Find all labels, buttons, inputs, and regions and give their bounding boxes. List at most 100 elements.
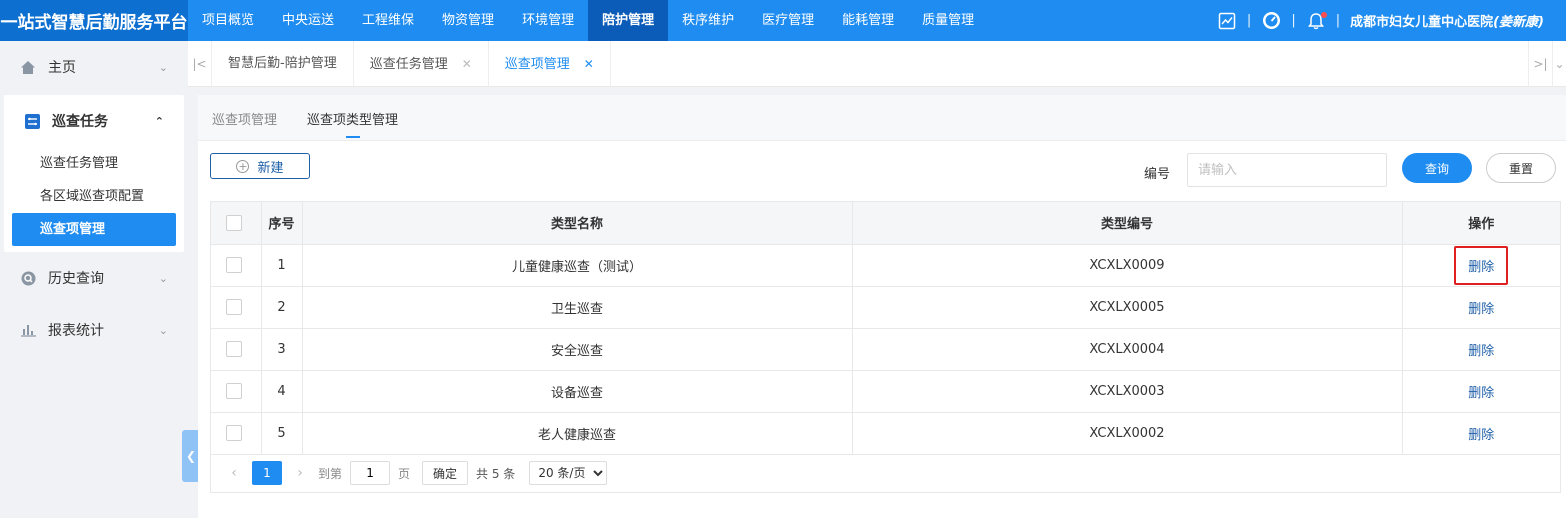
cell-type-name: 设备巡查 [302, 370, 853, 413]
chevron-left-icon: ❮ [185, 449, 197, 463]
delete-link[interactable]: 删除 [1468, 302, 1494, 317]
select-all-cell [211, 202, 262, 245]
trend-chart-icon[interactable] [1217, 11, 1237, 31]
row-checkbox[interactable] [226, 425, 242, 441]
delete-link[interactable]: 删除 [1468, 344, 1494, 359]
nav-item-materials[interactable]: 物资管理 [428, 0, 508, 41]
separator: | [1291, 13, 1296, 28]
sidebar-group-inspection: 巡查任务 ⌃ 巡查任务管理 各区域巡查项配置 巡查项管理 [4, 95, 184, 252]
nav-item-escort[interactable]: 陪护管理 [588, 0, 669, 41]
scroll-right-icon[interactable]: >| [1528, 40, 1552, 87]
chevron-right-icon[interactable]: › [290, 465, 310, 481]
nav-item-medical[interactable]: 医疗管理 [748, 0, 828, 41]
nav-item-environment[interactable]: 环境管理 [508, 0, 588, 41]
cell-action: 删除 [1402, 286, 1560, 329]
main-content: 巡查项管理 巡查项类型管理 + 新建 编号 查询 重置 序号 类型名称 类型编号… [198, 95, 1566, 518]
tab-escort-management[interactable]: 智慧后勤-陪护管理 [212, 40, 354, 87]
cell-type-code: XCXLX0005 [852, 286, 1403, 329]
code-label: 编号 [1144, 167, 1171, 182]
subtab-inspection-item[interactable]: 巡查项管理 [212, 109, 277, 140]
cell-type-code: XCXLX0002 [852, 412, 1403, 455]
reset-button[interactable]: 重置 [1486, 153, 1556, 183]
close-icon[interactable]: ✕ [584, 57, 594, 71]
row-checkbox[interactable] [226, 257, 242, 273]
tab-strip: |< 智慧后勤-陪护管理 巡查任务管理 ✕ 巡查项管理 ✕ >| ⌄ [188, 40, 1566, 87]
row-checkbox[interactable] [226, 341, 242, 357]
sidebar-subitem-item-management[interactable]: 巡查项管理 [12, 213, 176, 246]
cell-type-code: XCXLX0009 [852, 244, 1403, 287]
nav-item-energy[interactable]: 能耗管理 [828, 0, 908, 41]
cell-action: 删除 [1402, 328, 1560, 371]
highlight-box: 删除 [1454, 245, 1509, 285]
page-size-select[interactable]: 20 条/页 [529, 461, 608, 485]
cell-type-name: 老人健康巡查 [302, 412, 853, 455]
top-right-area: | | | 成都市妇女儿童中心医院(姜新康) [1217, 0, 1566, 41]
code-input[interactable] [1187, 153, 1387, 187]
subtab-inspection-item-type[interactable]: 巡查项类型管理 [307, 109, 398, 140]
hospital-user-info[interactable]: 成都市妇女儿童中心医院(姜新康) [1350, 11, 1544, 30]
select-all-checkbox[interactable] [226, 214, 242, 231]
bell-icon[interactable] [1306, 11, 1327, 31]
row-checkbox-cell [211, 412, 262, 455]
row-checkbox-cell [211, 370, 262, 413]
tab-label: 巡查任务管理 [369, 56, 448, 72]
new-button-label: 新建 [257, 160, 284, 176]
sub-tabs: 巡查项管理 巡查项类型管理 [198, 95, 1566, 141]
goto-label: 到第 [318, 466, 343, 481]
chevron-up-icon: ⌃ [154, 114, 164, 128]
delete-link[interactable]: 删除 [1468, 260, 1494, 275]
table-row: 4 设备巡查 XCXLX0003 删除 [211, 370, 1560, 413]
cell-action: 删除 [1402, 370, 1560, 413]
chevron-down-icon[interactable]: ⌄ [1552, 40, 1566, 87]
chevron-left-icon[interactable]: ‹ [224, 465, 244, 481]
table-row: 3 安全巡查 XCXLX0004 删除 [211, 328, 1560, 371]
column-header-index: 序号 [261, 202, 303, 245]
tab-inspection-item-management[interactable]: 巡查项管理 ✕ [489, 40, 611, 87]
new-button[interactable]: + 新建 [210, 153, 310, 179]
close-icon[interactable]: ✕ [462, 57, 472, 71]
sidebar-item-home[interactable]: 主页 ⌄ [0, 41, 188, 93]
goto-page-input[interactable] [350, 461, 391, 485]
row-checkbox[interactable] [226, 299, 242, 315]
query-button[interactable]: 查询 [1402, 153, 1472, 183]
sidebar-item-inspection-task[interactable]: 巡查任务 ⌃ [4, 95, 184, 147]
sidebar-item-label: 历史查询 [48, 271, 104, 287]
nav-item-quality[interactable]: 质量管理 [908, 0, 988, 41]
nav-item-order[interactable]: 秩序维护 [668, 0, 748, 41]
total-count: 共 5 条 [476, 466, 516, 481]
page-unit-label: 页 [398, 466, 411, 481]
nav-item-central-transport[interactable]: 中央运送 [268, 0, 348, 41]
column-header-type-name: 类型名称 [302, 202, 853, 245]
tab-inspection-task-management[interactable]: 巡查任务管理 ✕ [354, 40, 489, 87]
cell-action: 删除 [1402, 244, 1560, 287]
table-row: 5 老人健康巡查 XCXLX0002 删除 [211, 412, 1560, 455]
table-row: 1 儿童健康巡查（测试） XCXLX0009 删除 [211, 244, 1560, 287]
sidebar-item-history[interactable]: 历史查询 ⌄ [0, 252, 188, 304]
row-checkbox[interactable] [226, 383, 242, 399]
sidebar-subitem-area-config[interactable]: 各区域巡查项配置 [12, 180, 176, 213]
separator: | [1246, 13, 1252, 28]
nav-item-project-overview[interactable]: 项目概览 [188, 0, 268, 41]
separator: | [1335, 13, 1341, 28]
delete-link[interactable]: 删除 [1468, 428, 1494, 443]
dashboard-gauge-icon[interactable] [1261, 11, 1281, 31]
cell-type-code: XCXLX0003 [852, 370, 1403, 413]
sidebar-item-reports[interactable]: 报表统计 ⌄ [0, 304, 188, 356]
tab-label: 巡查项管理 [504, 56, 570, 72]
cell-index: 2 [261, 286, 303, 329]
column-header-type-code: 类型编号 [852, 202, 1403, 245]
top-bar: 一站式智慧后勤服务平台 项目概览 中央运送 工程维保 物资管理 环境管理 陪护管… [0, 0, 1566, 41]
nav-item-engineering-maintenance[interactable]: 工程维保 [348, 0, 428, 41]
cell-action: 删除 [1402, 412, 1560, 455]
sidebar-item-label: 报表统计 [48, 323, 104, 339]
delete-link[interactable]: 删除 [1468, 386, 1494, 401]
scroll-left-icon[interactable]: |< [188, 40, 212, 87]
history-search-icon [20, 270, 36, 286]
hospital-name: 成都市妇女儿童中心医院 [1350, 15, 1494, 30]
goto-confirm-button[interactable]: 确定 [422, 461, 469, 485]
column-header-action: 操作 [1402, 202, 1560, 245]
page-number-current[interactable]: 1 [252, 461, 282, 485]
plus-circle-icon: + [236, 159, 250, 173]
cell-index: 1 [261, 244, 303, 287]
sidebar-subitem-task-management[interactable]: 巡查任务管理 [12, 147, 176, 180]
